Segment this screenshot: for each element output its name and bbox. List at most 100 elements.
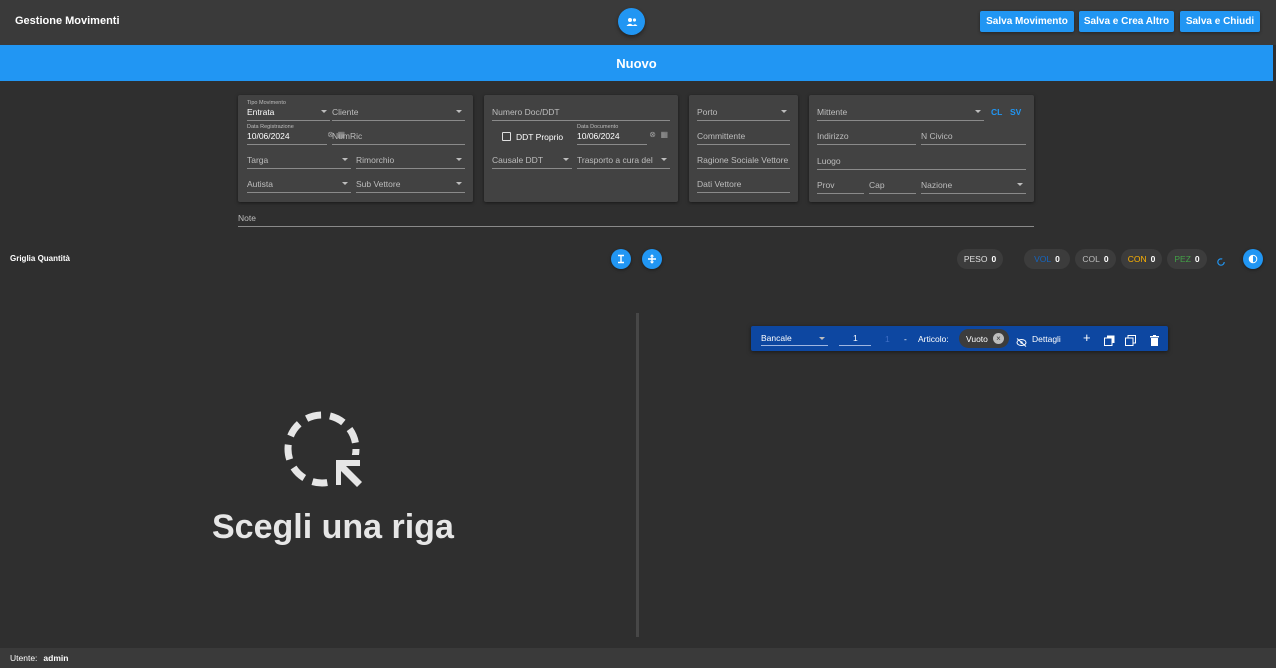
type-value: Bancale — [761, 333, 792, 343]
field-label: Nazione — [921, 180, 953, 190]
dati-vettore-field[interactable]: Dati Vettore — [697, 175, 790, 193]
sv-button[interactable]: SV — [1010, 107, 1021, 117]
indirizzo-field[interactable]: Indirizzo — [817, 127, 916, 145]
cliente-select[interactable]: Cliente — [332, 103, 465, 121]
eye-off-icon[interactable] — [1016, 334, 1027, 352]
sub-vettore-select[interactable]: Sub Vettore — [356, 175, 465, 193]
people-icon — [626, 17, 637, 26]
chevron-down-icon — [563, 158, 569, 161]
delete-icon[interactable] — [1150, 333, 1159, 351]
causale-ddt-select[interactable]: Causale DDT — [492, 151, 572, 169]
tipo-movimento-select[interactable]: Tipo Movimento Entrata — [247, 100, 330, 121]
user-label: Utente: — [10, 653, 38, 663]
note-field[interactable]: Note — [238, 209, 1034, 227]
save-and-close-button[interactable]: Salva e Chiudi — [1180, 11, 1260, 32]
chip-value: 0 — [1194, 254, 1200, 264]
save-and-create-button[interactable]: Salva e Crea Altro — [1079, 11, 1174, 32]
sender-card: Mittente CL SV Indirizzo N Civico Luogo … — [809, 95, 1034, 202]
field-value: 10/06/2024 — [577, 131, 620, 141]
field-label: Porto — [697, 107, 718, 117]
row-toolbar: Bancale 1 1 - Articolo: Vuoto × Dettagli… — [751, 326, 1168, 351]
field-label: Luogo — [817, 156, 841, 166]
field-label: Committente — [697, 131, 746, 141]
field-label: Rimorchio — [356, 155, 395, 165]
n-civico-field[interactable]: N Civico — [921, 127, 1026, 145]
split-divider[interactable] — [636, 313, 639, 637]
duplicate-icon[interactable] — [1125, 333, 1136, 351]
field-label: Ragione Sociale Vettore — [697, 155, 789, 165]
data-registrazione-field[interactable]: Data Registrazione 10/06/2024 ⊗ ▦ — [247, 124, 345, 145]
contrast-icon — [1248, 254, 1258, 264]
people-button[interactable] — [618, 8, 645, 35]
field-label: Sub Vettore — [356, 179, 401, 189]
chip-label: COL — [1082, 254, 1100, 264]
chevron-down-icon — [1017, 183, 1023, 186]
field-value: 10/06/2024 — [247, 131, 290, 141]
luogo-field[interactable]: Luogo — [817, 152, 1026, 170]
data-documento-field[interactable]: Data Documento 10/06/2024 ⊗ ▦ — [577, 124, 668, 145]
quantity-input[interactable]: 1 — [839, 332, 871, 346]
footer: Utente: admin — [0, 648, 1276, 668]
empty-state-text: Scegli una riga — [212, 508, 454, 546]
save-movement-button[interactable]: Salva Movimento — [980, 11, 1074, 32]
add-row-button[interactable] — [642, 249, 662, 269]
text-cursor-button[interactable] — [611, 249, 631, 269]
nazione-select[interactable]: Nazione — [921, 176, 1026, 194]
field-label: Dati Vettore — [697, 179, 742, 189]
contrast-button[interactable] — [1243, 249, 1263, 269]
ragione-sociale-field[interactable]: Ragione Sociale Vettore — [697, 151, 790, 169]
text-cursor-icon — [618, 254, 624, 264]
articolo-label: Articolo: — [918, 334, 949, 344]
chip-value: 0 — [1150, 254, 1156, 264]
add-icon[interactable]: + — [1083, 331, 1091, 345]
type-select[interactable]: Bancale — [761, 332, 828, 346]
trasporto-select[interactable]: Trasporto a cura del — [577, 151, 670, 169]
chip-value: 0 — [991, 254, 997, 264]
field-label: Note — [238, 213, 256, 223]
field-label: Mittente — [817, 107, 848, 117]
autista-select[interactable]: Autista — [247, 175, 351, 193]
chip-value: 0 — [1055, 254, 1060, 264]
numric-field[interactable]: NumRic — [332, 127, 465, 145]
articolo-chip[interactable]: Vuoto × — [959, 329, 1009, 348]
details-toggle[interactable]: Dettagli — [1032, 334, 1061, 344]
ddt-proprio-checkbox[interactable] — [502, 132, 511, 141]
field-label: Trasporto a cura del — [577, 155, 653, 165]
pez-chip: PEZ 0 — [1167, 249, 1207, 269]
con-chip: CON 0 — [1121, 249, 1162, 269]
field-label: Prov — [817, 180, 835, 190]
field-label: Data Registrazione — [247, 124, 294, 130]
numero-doc-field[interactable]: Numero Doc/DDT — [492, 103, 670, 121]
field-label: Targa — [247, 155, 269, 165]
cl-button[interactable]: CL — [991, 107, 1002, 117]
refresh-icon[interactable] — [1216, 254, 1226, 272]
plus-icon — [648, 254, 656, 264]
mittente-select[interactable]: Mittente — [817, 103, 984, 121]
cap-field[interactable]: Cap — [869, 176, 916, 194]
select-row-icon — [282, 411, 366, 496]
copy-icon[interactable] — [1104, 333, 1115, 351]
chevron-down-icon — [819, 337, 825, 340]
committente-field[interactable]: Committente — [697, 127, 790, 145]
chevron-down-icon — [456, 110, 462, 113]
field-label: NumRic — [332, 131, 363, 141]
rimorchio-select[interactable]: Rimorchio — [356, 151, 465, 169]
targa-select[interactable]: Targa — [247, 151, 351, 169]
peso-chip: PESO 0 — [957, 249, 1003, 269]
separator: - — [904, 334, 907, 344]
carrier-card: Porto Committente Ragione Sociale Vettor… — [689, 95, 798, 202]
chevron-down-icon — [342, 158, 348, 161]
ddt-proprio-label: DDT Proprio — [516, 132, 564, 142]
app-title: Gestione Movimenti — [15, 15, 120, 27]
chip-label: CON — [1127, 254, 1147, 264]
prov-field[interactable]: Prov — [817, 176, 864, 194]
calendar-icon[interactable]: ▦ — [660, 130, 668, 139]
clear-icon[interactable]: ⊗ — [649, 130, 656, 139]
chevron-down-icon — [456, 182, 462, 185]
close-icon[interactable]: × — [993, 333, 1004, 344]
field-label: Numero Doc/DDT — [492, 107, 560, 117]
field-label: Data Documento — [577, 124, 619, 130]
movement-card: Tipo Movimento Entrata Cliente Data Regi… — [238, 95, 473, 202]
chevron-down-icon — [456, 158, 462, 161]
porto-select[interactable]: Porto — [697, 103, 790, 121]
